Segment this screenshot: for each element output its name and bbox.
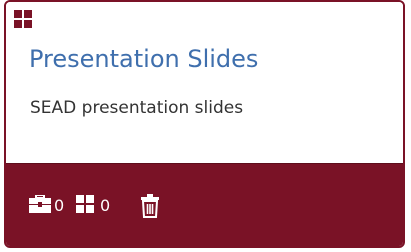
card-body: Presentation Slides SEAD presentation sl… bbox=[6, 2, 403, 162]
datasets-count-badge: 0 bbox=[28, 194, 65, 217]
delete-button[interactable] bbox=[140, 194, 160, 218]
datasets-count: 0 bbox=[54, 196, 65, 215]
briefcase-icon bbox=[28, 194, 52, 217]
card-description: SEAD presentation slides bbox=[30, 98, 244, 118]
collection-card: Presentation Slides SEAD presentation sl… bbox=[4, 0, 405, 248]
trash-icon bbox=[140, 194, 160, 222]
card-title[interactable]: Presentation Slides bbox=[29, 45, 258, 73]
collections-count: 0 bbox=[100, 196, 111, 215]
collections-count-badge: 0 bbox=[76, 195, 111, 217]
grid-icon bbox=[76, 195, 94, 217]
collection-grid-icon bbox=[14, 10, 32, 28]
card-footer: 0 0 bbox=[6, 163, 403, 246]
